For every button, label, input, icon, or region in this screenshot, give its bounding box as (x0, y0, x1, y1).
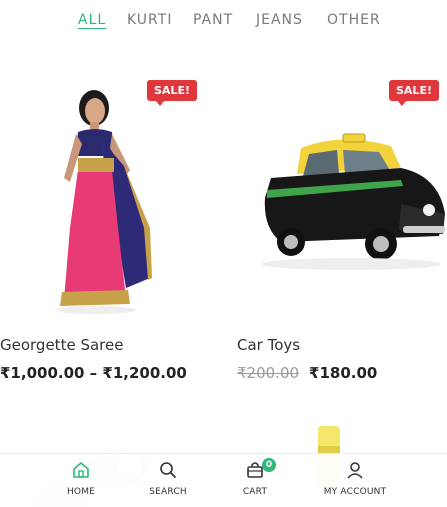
product-image-saree[interactable] (40, 78, 200, 318)
user-icon (310, 460, 400, 482)
nav-my-account[interactable]: MY ACCOUNT (310, 460, 400, 497)
filter-tab-all[interactable]: ALL (78, 12, 106, 28)
product-price-range: ₹1,000.00 – ₹1,200.00 (0, 364, 187, 382)
nav-account-label: MY ACCOUNT (323, 487, 387, 497)
product-card-car-toys[interactable]: SALE! Car Toys ₹200.00 ₹180.00 (237, 78, 447, 398)
nav-search-label: SEARCH (149, 487, 187, 497)
nav-search[interactable]: SEARCH (123, 460, 213, 497)
category-filter-bar: ALL KURTI PANT JEANS OTHER (0, 12, 447, 34)
nav-home-label: HOME (66, 487, 96, 497)
filter-tab-other[interactable]: OTHER (327, 12, 381, 28)
product-title[interactable]: Car Toys (237, 336, 300, 354)
filter-tab-pant[interactable]: PANT (193, 12, 233, 28)
product-image-taxi-car[interactable] (251, 118, 447, 278)
product-card-georgette-saree[interactable]: SALE! Georgette Saree ₹1,000.00 – ₹1,200… (0, 78, 220, 398)
cart-count-badge: 0 (262, 458, 276, 472)
nav-cart[interactable]: 0 CART (210, 458, 300, 497)
nav-home[interactable]: HOME (36, 460, 126, 497)
sale-badge: SALE! (147, 80, 197, 106)
cart-icon (210, 460, 300, 482)
filter-tab-jeans[interactable]: JEANS (256, 12, 303, 28)
product-title[interactable]: Georgette Saree (0, 336, 123, 354)
home-icon (36, 460, 126, 482)
bottom-navigation: HOME SEARCH 0 CART MY ACCOUNT (0, 453, 447, 507)
filter-tab-kurti[interactable]: KURTI (127, 12, 172, 28)
product-price: ₹200.00 ₹180.00 (237, 364, 377, 382)
price-old: ₹200.00 (237, 364, 300, 382)
price-range: ₹1,000.00 – ₹1,200.00 (0, 364, 187, 382)
sale-badge: SALE! (389, 80, 439, 106)
nav-cart-label: CART (242, 487, 268, 497)
search-icon (123, 460, 213, 482)
price-new: ₹180.00 (309, 364, 378, 382)
